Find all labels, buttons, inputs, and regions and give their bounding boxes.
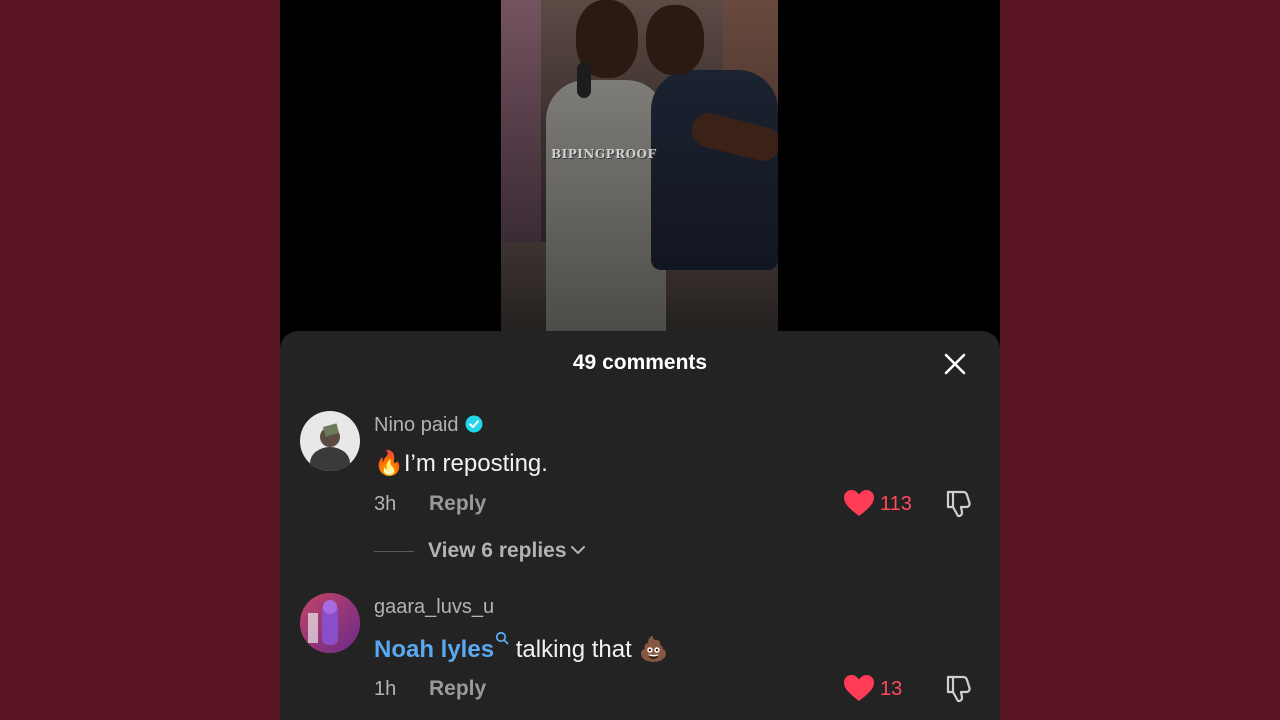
replies-divider (374, 551, 414, 552)
video-player: BIPINGPROOF 49 comments Nino paid 🔥I’m r… (280, 0, 1000, 720)
like-count: 13 (880, 678, 903, 700)
heart-icon[interactable] (843, 489, 875, 517)
comment-username[interactable]: gaara_luvs_u (374, 596, 494, 619)
close-button[interactable] (942, 351, 968, 377)
like-count: 113 (880, 493, 912, 515)
search-icon[interactable] (495, 631, 509, 645)
microphone (577, 62, 591, 98)
username-text: Nino paid (374, 414, 459, 436)
comment-timestamp: 3h (374, 493, 397, 515)
poop-emoji: 💩 (638, 635, 669, 663)
fire-emoji: 🔥 (374, 449, 404, 477)
dislike-icon[interactable] (944, 488, 974, 518)
mention-link[interactable]: Noah lyles (374, 636, 494, 663)
close-icon (944, 353, 966, 375)
comment-body: talking that (509, 636, 639, 663)
video-frame[interactable]: BIPINGPROOF (501, 0, 778, 332)
heart-icon[interactable] (843, 674, 875, 702)
friend-head (646, 5, 704, 75)
verified-badge-icon (465, 415, 483, 433)
comment-text: 🔥I’m reposting. (374, 449, 548, 478)
chevron-down-icon (570, 546, 585, 554)
comment-text: Noah lyles talking that 💩 (374, 631, 668, 664)
comment-username[interactable]: Nino paid (374, 414, 483, 437)
reply-button[interactable]: Reply (429, 677, 486, 701)
comments-count-title: 49 comments (572, 351, 708, 374)
view-replies-button[interactable]: View 6 replies (428, 539, 585, 563)
performer-body (546, 80, 666, 332)
comment-timestamp: 1h (374, 678, 397, 700)
friend-body (651, 70, 778, 270)
dislike-icon[interactable] (944, 673, 974, 703)
comment-body: I’m reposting. (403, 450, 548, 477)
avatar[interactable] (300, 411, 360, 471)
reply-button[interactable]: Reply (429, 492, 486, 516)
avatar[interactable] (300, 593, 360, 653)
video-watermark: BIPINGPROOF (551, 147, 657, 161)
comments-sheet: 49 comments Nino paid 🔥I’m reposting. 3h… (280, 331, 1000, 720)
view-replies-label: View 6 replies (428, 539, 567, 562)
